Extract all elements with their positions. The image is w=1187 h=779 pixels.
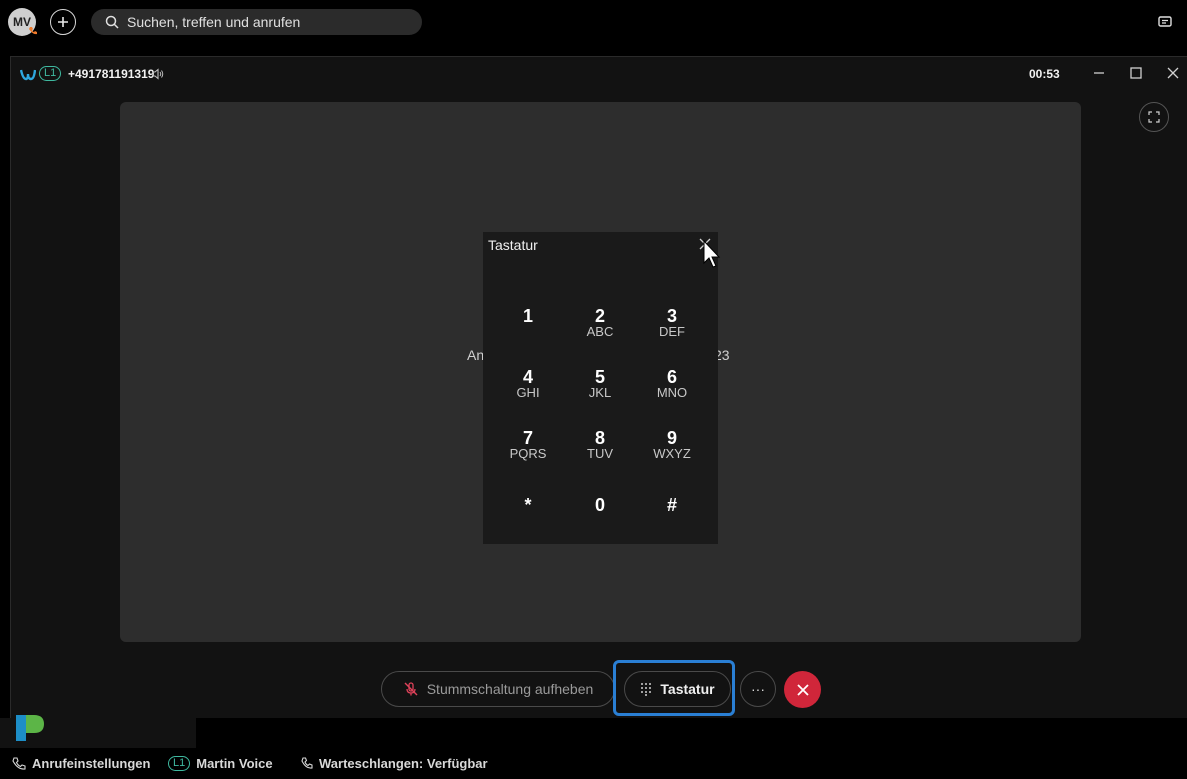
- message-icon[interactable]: [1157, 14, 1173, 30]
- queue-status-label: Warteschlangen: Verfügbar: [319, 756, 488, 771]
- line-selector[interactable]: L1 Martin Voice: [168, 756, 273, 771]
- close-call-icon: [796, 683, 809, 696]
- search-input[interactable]: Suchen, treffen und anrufen: [91, 9, 422, 35]
- phone-settings-icon: [12, 756, 26, 770]
- keypad-button[interactable]: Tastatur: [624, 671, 731, 707]
- key-letters: WXYZ: [653, 446, 691, 461]
- call-window: L1 +491781191319 00:53 An 2 3 Tastatur 1: [10, 56, 1187, 718]
- status-bar: Anrufeinstellungen L1 Martin Voice Warte…: [0, 748, 1187, 779]
- search-icon: [105, 15, 119, 29]
- plus-icon: [58, 17, 68, 27]
- queue-icon: [301, 756, 313, 769]
- key-star[interactable]: *: [498, 496, 558, 546]
- queue-status[interactable]: Warteschlangen: Verfügbar: [301, 756, 488, 771]
- unmute-label: Stummschaltung aufheben: [426, 681, 594, 697]
- key-digit: 8: [594, 428, 605, 448]
- call-settings-label: Anrufeinstellungen: [32, 756, 151, 771]
- mouse-cursor-icon: [703, 240, 721, 268]
- muted-mic-icon: [404, 682, 418, 696]
- key-digit: 1: [522, 306, 533, 326]
- key-4[interactable]: 4 GHI: [498, 368, 558, 418]
- line-badge: L1: [39, 66, 62, 81]
- dialpad-icon: [641, 683, 652, 696]
- key-digit: 6: [666, 367, 677, 387]
- call-timer: 00:53: [1029, 67, 1060, 81]
- key-letters: GHI: [516, 385, 540, 400]
- call-title-bar: L1 +491781191319 00:53: [11, 57, 1187, 91]
- line-badge: L1: [168, 756, 191, 771]
- new-action-button[interactable]: [50, 9, 76, 35]
- key-5[interactable]: 5 JKL: [570, 368, 630, 418]
- key-digit: 9: [666, 428, 677, 448]
- key-9[interactable]: 9 WXYZ: [642, 429, 702, 479]
- close-icon[interactable]: [1166, 66, 1180, 80]
- key-0[interactable]: 0: [570, 496, 630, 546]
- fullscreen-icon: [1148, 111, 1160, 123]
- webex-logo-icon: [20, 69, 36, 81]
- unmute-button[interactable]: Stummschaltung aufheben: [381, 671, 615, 707]
- app-logo-icon: [16, 715, 44, 741]
- key-digit: 2: [594, 306, 605, 326]
- call-settings-link[interactable]: Anrufeinstellungen: [12, 756, 150, 771]
- key-digit: 7: [522, 428, 533, 448]
- call-number: +491781191319: [68, 67, 155, 81]
- key-7[interactable]: 7 PQRS: [498, 429, 558, 479]
- line-name: Martin Voice: [196, 756, 273, 771]
- key-digit: *: [524, 495, 532, 515]
- fullscreen-button[interactable]: [1139, 102, 1169, 132]
- key-letters: PQRS: [509, 446, 547, 461]
- end-call-button[interactable]: [784, 671, 821, 708]
- key-1[interactable]: 1: [498, 307, 558, 357]
- key-3[interactable]: 3 DEF: [642, 307, 702, 357]
- speaker-icon[interactable]: [151, 67, 165, 81]
- key-8[interactable]: 8 TUV: [570, 429, 630, 479]
- keypad-button-label: Tastatur: [660, 681, 715, 697]
- key-hash[interactable]: #: [642, 496, 702, 546]
- call-status-text: An: [467, 347, 485, 363]
- key-digit: 0: [594, 495, 605, 515]
- key-letters: ABC: [586, 324, 614, 339]
- minimize-icon[interactable]: [1092, 66, 1106, 80]
- keypad-panel: Tastatur 1 2 ABC 3 DEF 4 GHI 5 JKL 6 MNO: [483, 232, 718, 544]
- key-digit: 5: [594, 367, 605, 387]
- keypad-title: Tastatur: [488, 237, 538, 253]
- key-letters: TUV: [587, 446, 613, 461]
- maximize-icon[interactable]: [1129, 66, 1143, 80]
- top-bar: MV Suchen, treffen und anrufen: [0, 0, 1187, 44]
- key-digit: #: [666, 495, 677, 515]
- key-letters: JKL: [588, 385, 612, 400]
- key-2[interactable]: 2 ABC: [570, 307, 630, 357]
- key-6[interactable]: 6 MNO: [642, 368, 702, 418]
- phone-status-icon: [29, 27, 37, 35]
- search-placeholder: Suchen, treffen und anrufen: [127, 14, 301, 30]
- key-letters: DEF: [659, 324, 685, 339]
- key-digit: 3: [666, 306, 677, 326]
- more-icon: ···: [751, 681, 765, 697]
- key-digit: 4: [522, 367, 533, 387]
- more-options-button[interactable]: ···: [740, 671, 776, 707]
- key-letters: MNO: [656, 385, 688, 400]
